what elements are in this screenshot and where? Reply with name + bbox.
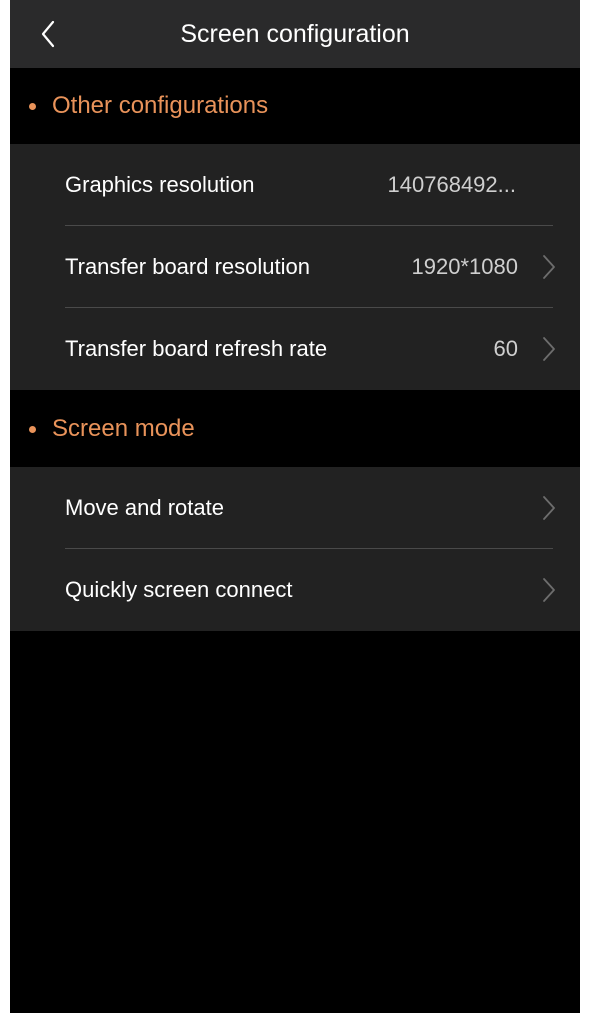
settings-group-screen-mode: Move and rotate Quickly screen connect [10,467,580,631]
section-title: Screen mode [52,415,195,442]
row-value: 60 [493,336,518,361]
section-title: Other configurations [52,92,269,119]
nav-bar: Screen configuration [10,0,580,68]
section-header-other-configurations: Other configurations [10,68,580,144]
row-label: Move and rotate [65,495,224,520]
page-title: Screen configuration [180,20,410,48]
bullet-icon [29,425,36,433]
row-graphics-resolution[interactable]: Graphics resolution 140768492... [10,144,580,226]
chevron-right-icon [543,496,555,520]
row-transfer-board-resolution[interactable]: 1920*1080 Transfer board resolution [10,226,580,308]
row-value: 1920*1080 [411,254,518,279]
row-label: Quickly screen connect [65,577,293,602]
row-move-and-rotate[interactable]: Move and rotate [10,467,580,549]
row-label: Transfer board refresh rate [65,336,328,361]
row-label: Graphics resolution [65,172,255,197]
row-quickly-screen-connect[interactable]: Quickly screen connect [10,549,580,631]
chevron-right-icon [543,255,555,279]
settings-group-other-configurations: Graphics resolution 140768492... 1920*10… [10,144,580,390]
row-label: Transfer board resolution [65,254,310,279]
row-value: 140768492... [387,172,516,197]
back-button[interactable] [28,10,68,58]
chevron-left-icon [41,20,55,48]
chevron-right-icon [543,337,555,361]
row-transfer-board-refresh-rate[interactable]: Transfer board refresh rate 60 [10,308,580,390]
chevron-right-icon [543,578,555,602]
bullet-icon [29,102,36,110]
section-header-screen-mode: Screen mode [10,391,580,467]
screen: Screen configuration Other configuration… [10,0,580,1013]
